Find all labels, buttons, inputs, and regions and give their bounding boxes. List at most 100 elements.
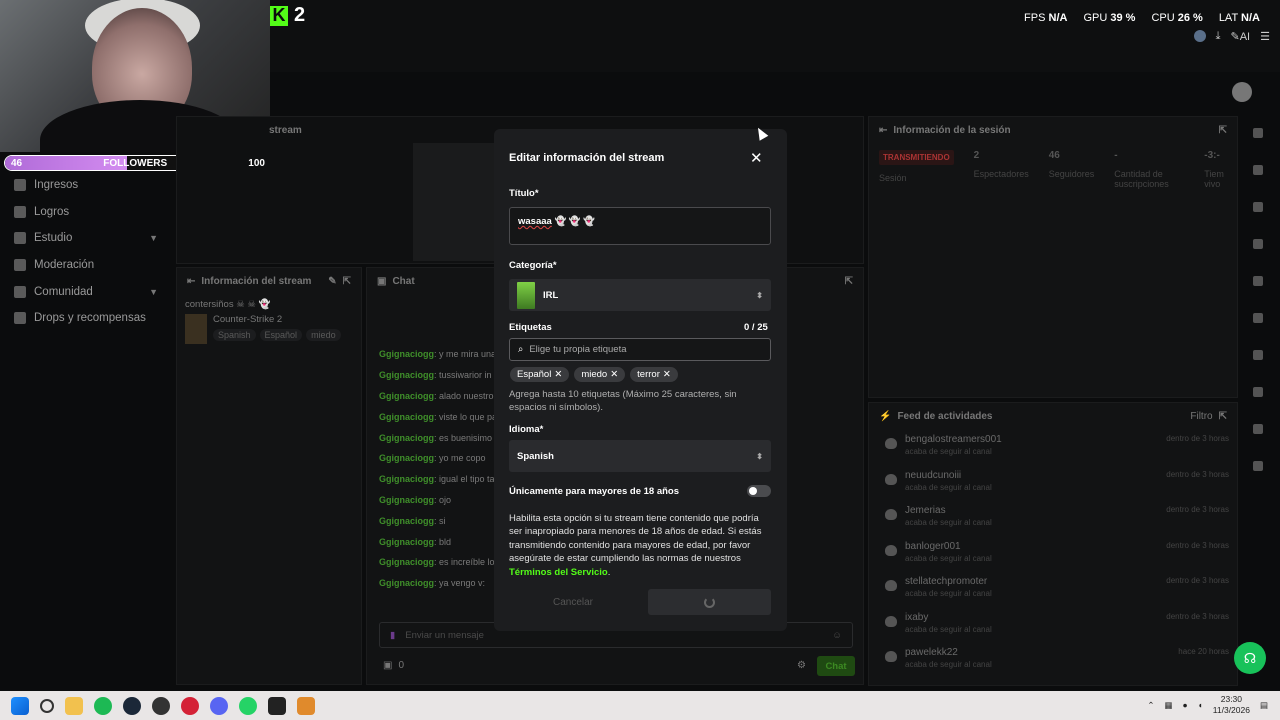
broadcast-icon[interactable] [1253, 350, 1263, 360]
chat-message: Ggignaciogg: tussiwarior in [379, 370, 492, 381]
stack-icon[interactable] [1253, 387, 1263, 397]
search-icon[interactable] [40, 698, 54, 713]
app-icon[interactable] [297, 696, 315, 715]
popout-icon[interactable]: ⇱ [845, 276, 853, 287]
remove-tag-icon[interactable]: ✕ [554, 369, 562, 380]
trophy-icon [14, 205, 26, 218]
stream-info-game-row: Counter-Strike 2 Spanish Español miedo [177, 314, 361, 344]
cancel-button[interactable]: Cancelar [509, 590, 637, 615]
sidebar-item-drops[interactable]: Drops y recompensas [0, 305, 172, 332]
tag-chip: miedo ✕ [574, 367, 626, 382]
info-icon[interactable] [1253, 128, 1263, 138]
heart-icon [885, 580, 897, 591]
activity-item: Jemerias acaba de seguir al canal dentro d… [869, 505, 1237, 541]
sidebar-item-ingresos[interactable]: Ingresos [0, 172, 172, 199]
sidebar: Ingresos Logros Estudio ▼ Moderación Comu… [0, 172, 172, 332]
notifications-icon[interactable]: ▤ [1260, 700, 1268, 711]
emote-icon[interactable]: ▮ [390, 630, 395, 641]
wrench-icon[interactable] [1253, 424, 1263, 434]
download-icon[interactable]: ⤓ [1216, 30, 1221, 43]
kick-icon[interactable] [268, 696, 286, 715]
chat-message: Ggignaciogg: es increíble lo [379, 557, 495, 568]
support-button[interactable]: ☊ [1234, 642, 1266, 674]
opera-icon[interactable] [181, 696, 199, 715]
stream-info-panel: ⇤ Información del stream ✎ ⇱ contersiños… [176, 267, 362, 685]
popout-icon[interactable]: ⇱ [1219, 125, 1227, 136]
sidebar-item-estudio[interactable]: Estudio ▼ [0, 225, 172, 252]
mic-icon[interactable]: ● [1183, 700, 1188, 710]
title-input[interactable]: wasaaa 👻 👻 👻 [509, 207, 771, 245]
modal-title: Editar información del stream [509, 152, 665, 164]
popout-icon[interactable]: ⇱ [343, 276, 351, 287]
select-arrows-icon: ⬍ [756, 451, 763, 461]
heart-icon [885, 615, 897, 627]
language-select[interactable]: Spanish ⬍ [509, 440, 771, 472]
note-icon[interactable] [1253, 276, 1263, 286]
steam-icon[interactable] [123, 696, 141, 715]
spotify-icon[interactable] [94, 696, 112, 715]
filter-button[interactable]: Filtro [1190, 411, 1212, 422]
chat-settings-icon[interactable]: ⚙ [797, 660, 806, 671]
gift-icon [14, 312, 26, 325]
pencil-icon[interactable] [1253, 165, 1263, 175]
chat-message: Ggignaciogg: bld [379, 536, 452, 547]
clock[interactable]: 23:30 11/3/2026 [1213, 694, 1250, 716]
menu-icon[interactable]: ☰ [1260, 30, 1270, 43]
chat-message: Ggignaciogg: alado nuestro [379, 390, 494, 401]
tags-counter: 0 / 25 [744, 322, 768, 333]
tags-input-placeholder: Elige tu propia etiqueta [529, 344, 627, 355]
save-button[interactable] [648, 589, 771, 615]
sidebar-item-moderacion[interactable]: Moderación [0, 252, 172, 279]
close-icon[interactable]: ✕ [750, 149, 763, 167]
stream-info-header: ⇤ Información del stream ✎ ⇱ [187, 276, 351, 287]
chat-bubble-icon[interactable] [1253, 313, 1263, 323]
kick-logo[interactable]: K 2 [270, 4, 305, 27]
remove-tag-icon[interactable]: ✕ [663, 369, 671, 380]
headset-icon: ☊ [1243, 649, 1257, 666]
clock-date: 11/3/2026 [1212, 705, 1250, 715]
chevron-up-icon[interactable]: ⌃ [1147, 700, 1154, 711]
stream-info-tags: Spanish Español miedo [213, 329, 341, 341]
chat-send-button[interactable]: Chat [817, 656, 855, 676]
sidebar-item-comunidad[interactable]: Comunidad ▼ [0, 278, 172, 305]
activity-list: bengalostreamers001 acaba de seguir al ca… [869, 430, 1237, 683]
tags-input[interactable]: ⌕ Elige tu propia etiqueta [509, 338, 771, 361]
avatar-small[interactable] [1193, 30, 1206, 42]
profile-avatar[interactable] [1232, 82, 1252, 102]
bolt-icon[interactable] [1253, 239, 1263, 249]
sparkle-icon[interactable] [1253, 202, 1263, 212]
category-select[interactable]: IRL ⬍ [509, 279, 771, 311]
category-thumbnail [517, 281, 535, 309]
game-thumbnail [185, 314, 207, 344]
remove-tag-icon[interactable]: ✕ [610, 369, 618, 380]
discord-icon[interactable] [210, 696, 228, 715]
clock-time: 23:30 [1220, 694, 1243, 704]
ai-button[interactable]: ✎AI [1231, 30, 1251, 43]
obs-icon[interactable] [152, 696, 170, 715]
sidebar-item-logros[interactable]: Logros [0, 199, 172, 226]
popout-icon[interactable]: ⇱ [1219, 411, 1227, 422]
volume-icon[interactable]: ◖ [1198, 700, 1203, 710]
tag-chip: terror ✕ [630, 367, 678, 382]
people-icon[interactable] [1253, 461, 1263, 471]
header-icons: ⤓ ✎AI ☰ [1193, 30, 1270, 43]
edit-icon[interactable]: ✎ [328, 276, 336, 287]
tag-chip: Español ✕ [510, 367, 570, 382]
network-icon[interactable]: ▦ [1164, 700, 1172, 711]
tag-chips: Español ✕ miedo ✕ terror ✕ [510, 367, 678, 382]
title-emojis: 👻 👻 👻 [554, 216, 596, 227]
file-explorer-icon[interactable] [65, 696, 83, 715]
chat-message: Ggignaciogg: ojo [379, 494, 452, 505]
chat-messages: Ggignaciogg: y me mira una Ggignaciogg: … [379, 344, 499, 594]
heart-icon [885, 544, 897, 556]
activity-item: neuudcunoiii acaba de seguir al canal dent… [869, 470, 1237, 506]
whatsapp-icon[interactable] [239, 696, 257, 715]
windows-start-icon[interactable] [11, 696, 29, 715]
grid-icon [14, 232, 26, 245]
terms-link[interactable]: Términos del Servicio [509, 567, 608, 578]
emoji-icon[interactable]: ☺ [832, 630, 842, 641]
heart-icon [885, 651, 897, 662]
mature-toggle[interactable] [747, 485, 771, 497]
stat-time: -3:- Tiem vivo [1204, 150, 1224, 189]
chat-message: Ggignaciogg: si [379, 515, 446, 526]
